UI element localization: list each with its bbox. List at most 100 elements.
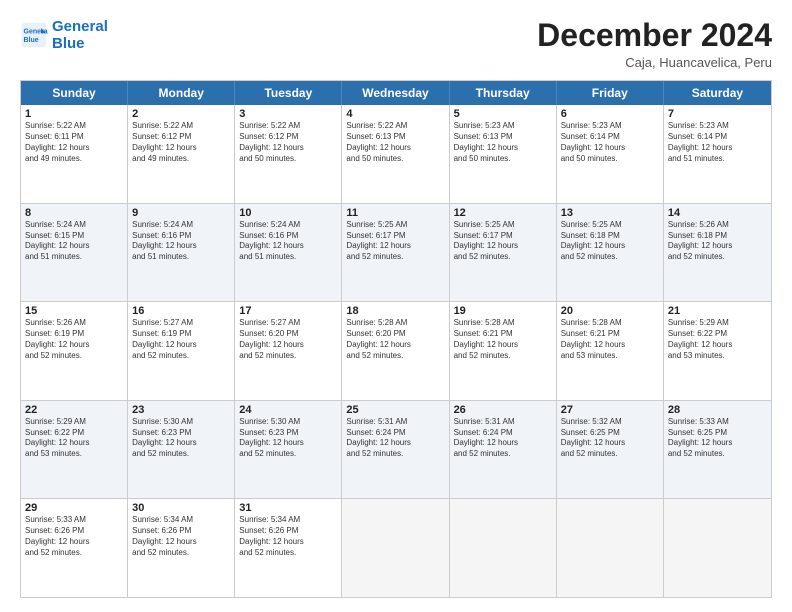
day-info: Sunrise: 5:23 AM Sunset: 6:14 PM Dayligh…: [561, 121, 659, 164]
calendar-header-row: SundayMondayTuesdayWednesdayThursdayFrid…: [21, 81, 771, 105]
calendar-cell: 1Sunrise: 5:22 AM Sunset: 6:11 PM Daylig…: [21, 105, 128, 203]
calendar-cell: 15Sunrise: 5:26 AM Sunset: 6:19 PM Dayli…: [21, 302, 128, 400]
day-info: Sunrise: 5:34 AM Sunset: 6:26 PM Dayligh…: [132, 515, 230, 558]
calendar-cell: [342, 499, 449, 597]
calendar-header-cell: Tuesday: [235, 81, 342, 105]
day-info: Sunrise: 5:30 AM Sunset: 6:23 PM Dayligh…: [132, 417, 230, 460]
location-subtitle: Caja, Huancavelica, Peru: [537, 55, 772, 70]
calendar-cell: 20Sunrise: 5:28 AM Sunset: 6:21 PM Dayli…: [557, 302, 664, 400]
day-number: 4: [346, 108, 444, 120]
day-info: Sunrise: 5:29 AM Sunset: 6:22 PM Dayligh…: [668, 318, 767, 361]
day-number: 3: [239, 108, 337, 120]
day-info: Sunrise: 5:22 AM Sunset: 6:11 PM Dayligh…: [25, 121, 123, 164]
day-info: Sunrise: 5:23 AM Sunset: 6:13 PM Dayligh…: [454, 121, 552, 164]
day-info: Sunrise: 5:29 AM Sunset: 6:22 PM Dayligh…: [25, 417, 123, 460]
day-info: Sunrise: 5:31 AM Sunset: 6:24 PM Dayligh…: [346, 417, 444, 460]
calendar-cell: 21Sunrise: 5:29 AM Sunset: 6:22 PM Dayli…: [664, 302, 771, 400]
day-number: 26: [454, 404, 552, 416]
day-number: 19: [454, 305, 552, 317]
day-number: 27: [561, 404, 659, 416]
day-number: 17: [239, 305, 337, 317]
day-info: Sunrise: 5:34 AM Sunset: 6:26 PM Dayligh…: [239, 515, 337, 558]
day-info: Sunrise: 5:31 AM Sunset: 6:24 PM Dayligh…: [454, 417, 552, 460]
logo: General Blue General Blue: [20, 18, 108, 53]
day-info: Sunrise: 5:22 AM Sunset: 6:12 PM Dayligh…: [239, 121, 337, 164]
day-number: 16: [132, 305, 230, 317]
calendar-row: 15Sunrise: 5:26 AM Sunset: 6:19 PM Dayli…: [21, 301, 771, 400]
day-info: Sunrise: 5:27 AM Sunset: 6:19 PM Dayligh…: [132, 318, 230, 361]
day-info: Sunrise: 5:33 AM Sunset: 6:25 PM Dayligh…: [668, 417, 767, 460]
page-header: General Blue General Blue December 2024 …: [20, 18, 772, 70]
month-title: December 2024: [537, 18, 772, 53]
day-number: 5: [454, 108, 552, 120]
calendar-cell: 12Sunrise: 5:25 AM Sunset: 6:17 PM Dayli…: [450, 204, 557, 302]
day-number: 8: [25, 207, 123, 219]
day-number: 1: [25, 108, 123, 120]
calendar-cell: 19Sunrise: 5:28 AM Sunset: 6:21 PM Dayli…: [450, 302, 557, 400]
logo-icon: General Blue: [20, 21, 48, 49]
calendar-cell: 24Sunrise: 5:30 AM Sunset: 6:23 PM Dayli…: [235, 401, 342, 499]
day-number: 29: [25, 502, 123, 514]
day-number: 20: [561, 305, 659, 317]
day-number: 14: [668, 207, 767, 219]
calendar-cell: 8Sunrise: 5:24 AM Sunset: 6:15 PM Daylig…: [21, 204, 128, 302]
calendar-cell: 26Sunrise: 5:31 AM Sunset: 6:24 PM Dayli…: [450, 401, 557, 499]
day-info: Sunrise: 5:23 AM Sunset: 6:14 PM Dayligh…: [668, 121, 767, 164]
calendar-cell: 7Sunrise: 5:23 AM Sunset: 6:14 PM Daylig…: [664, 105, 771, 203]
page: General Blue General Blue December 2024 …: [0, 0, 792, 612]
calendar-cell: [450, 499, 557, 597]
day-number: 13: [561, 207, 659, 219]
day-number: 23: [132, 404, 230, 416]
day-info: Sunrise: 5:32 AM Sunset: 6:25 PM Dayligh…: [561, 417, 659, 460]
day-number: 18: [346, 305, 444, 317]
day-number: 21: [668, 305, 767, 317]
day-number: 11: [346, 207, 444, 219]
day-info: Sunrise: 5:28 AM Sunset: 6:20 PM Dayligh…: [346, 318, 444, 361]
calendar-cell: 6Sunrise: 5:23 AM Sunset: 6:14 PM Daylig…: [557, 105, 664, 203]
day-info: Sunrise: 5:24 AM Sunset: 6:15 PM Dayligh…: [25, 220, 123, 263]
calendar-cell: 23Sunrise: 5:30 AM Sunset: 6:23 PM Dayli…: [128, 401, 235, 499]
calendar-cell: 28Sunrise: 5:33 AM Sunset: 6:25 PM Dayli…: [664, 401, 771, 499]
calendar-cell: 22Sunrise: 5:29 AM Sunset: 6:22 PM Dayli…: [21, 401, 128, 499]
day-info: Sunrise: 5:33 AM Sunset: 6:26 PM Dayligh…: [25, 515, 123, 558]
day-info: Sunrise: 5:24 AM Sunset: 6:16 PM Dayligh…: [239, 220, 337, 263]
calendar-row: 8Sunrise: 5:24 AM Sunset: 6:15 PM Daylig…: [21, 203, 771, 302]
calendar-cell: 29Sunrise: 5:33 AM Sunset: 6:26 PM Dayli…: [21, 499, 128, 597]
calendar-cell: 18Sunrise: 5:28 AM Sunset: 6:20 PM Dayli…: [342, 302, 449, 400]
calendar-header-cell: Wednesday: [342, 81, 449, 105]
day-info: Sunrise: 5:30 AM Sunset: 6:23 PM Dayligh…: [239, 417, 337, 460]
calendar-cell: 30Sunrise: 5:34 AM Sunset: 6:26 PM Dayli…: [128, 499, 235, 597]
day-number: 28: [668, 404, 767, 416]
day-info: Sunrise: 5:28 AM Sunset: 6:21 PM Dayligh…: [561, 318, 659, 361]
calendar-cell: 17Sunrise: 5:27 AM Sunset: 6:20 PM Dayli…: [235, 302, 342, 400]
calendar-cell: 25Sunrise: 5:31 AM Sunset: 6:24 PM Dayli…: [342, 401, 449, 499]
calendar-cell: 14Sunrise: 5:26 AM Sunset: 6:18 PM Dayli…: [664, 204, 771, 302]
day-info: Sunrise: 5:25 AM Sunset: 6:17 PM Dayligh…: [346, 220, 444, 263]
day-number: 24: [239, 404, 337, 416]
day-number: 7: [668, 108, 767, 120]
calendar-cell: [557, 499, 664, 597]
day-info: Sunrise: 5:22 AM Sunset: 6:12 PM Dayligh…: [132, 121, 230, 164]
day-info: Sunrise: 5:28 AM Sunset: 6:21 PM Dayligh…: [454, 318, 552, 361]
day-info: Sunrise: 5:26 AM Sunset: 6:19 PM Dayligh…: [25, 318, 123, 361]
calendar-header-cell: Thursday: [450, 81, 557, 105]
calendar: SundayMondayTuesdayWednesdayThursdayFrid…: [20, 80, 772, 598]
day-number: 2: [132, 108, 230, 120]
day-number: 9: [132, 207, 230, 219]
calendar-row: 1Sunrise: 5:22 AM Sunset: 6:11 PM Daylig…: [21, 105, 771, 203]
logo-text: General Blue: [52, 18, 108, 53]
title-block: December 2024 Caja, Huancavelica, Peru: [537, 18, 772, 70]
day-number: 25: [346, 404, 444, 416]
svg-text:Blue: Blue: [24, 37, 39, 44]
calendar-cell: 10Sunrise: 5:24 AM Sunset: 6:16 PM Dayli…: [235, 204, 342, 302]
day-info: Sunrise: 5:25 AM Sunset: 6:18 PM Dayligh…: [561, 220, 659, 263]
day-info: Sunrise: 5:27 AM Sunset: 6:20 PM Dayligh…: [239, 318, 337, 361]
day-number: 12: [454, 207, 552, 219]
calendar-cell: 11Sunrise: 5:25 AM Sunset: 6:17 PM Dayli…: [342, 204, 449, 302]
calendar-row: 29Sunrise: 5:33 AM Sunset: 6:26 PM Dayli…: [21, 498, 771, 597]
calendar-body: 1Sunrise: 5:22 AM Sunset: 6:11 PM Daylig…: [21, 105, 771, 597]
calendar-cell: [664, 499, 771, 597]
calendar-cell: 9Sunrise: 5:24 AM Sunset: 6:16 PM Daylig…: [128, 204, 235, 302]
calendar-cell: 16Sunrise: 5:27 AM Sunset: 6:19 PM Dayli…: [128, 302, 235, 400]
day-number: 6: [561, 108, 659, 120]
